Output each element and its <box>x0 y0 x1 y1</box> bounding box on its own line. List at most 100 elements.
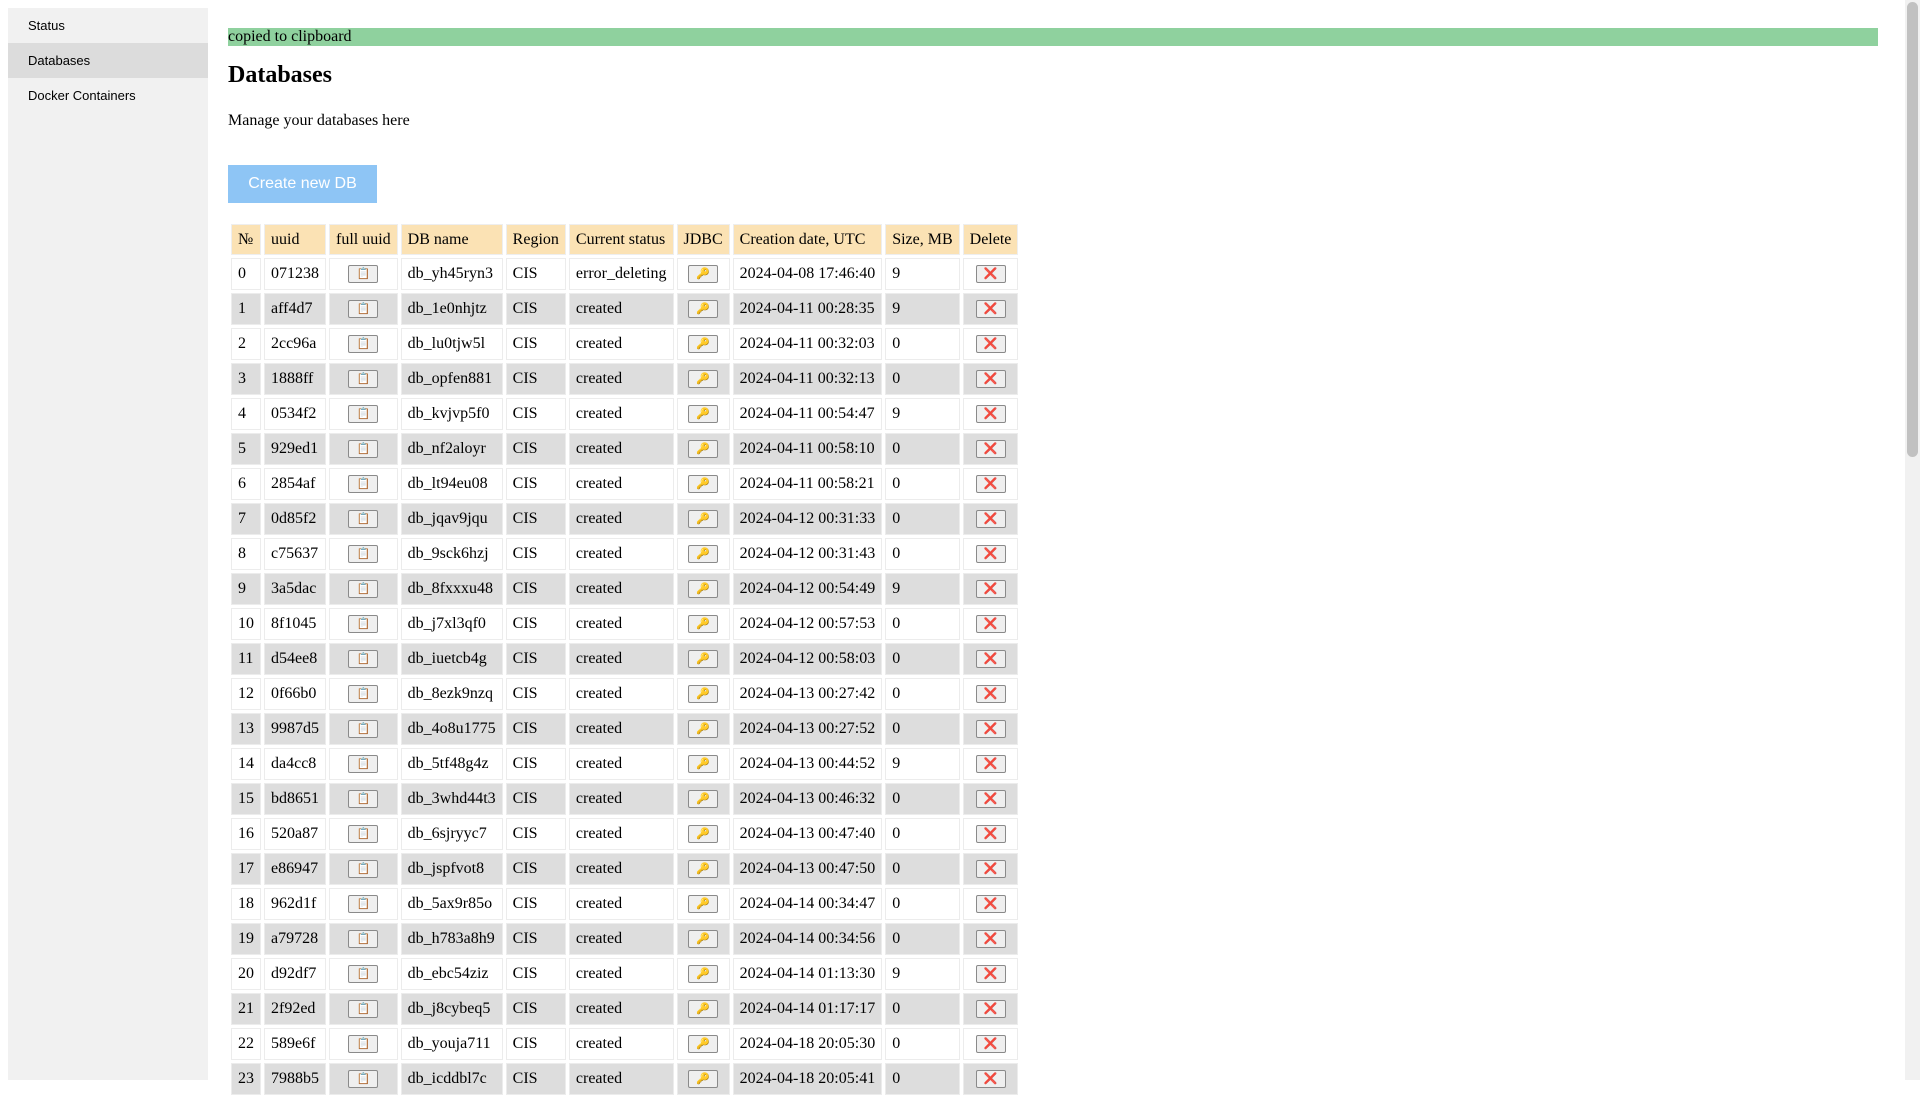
delete-db-button[interactable]: ❌ <box>975 720 1006 739</box>
delete-db-button[interactable]: ❌ <box>975 965 1006 984</box>
copy-uuid-button[interactable]: 📋 <box>348 650 379 669</box>
copy-jdbc-button[interactable]: 🔑 <box>688 965 719 984</box>
delete-db-button[interactable]: ❌ <box>975 1070 1006 1089</box>
delete-db-button[interactable]: ❌ <box>975 685 1006 704</box>
delete-db-button[interactable]: ❌ <box>975 825 1006 844</box>
copy-jdbc-button[interactable]: 🔑 <box>688 755 719 774</box>
copy-uuid-button[interactable]: 📋 <box>348 545 379 564</box>
cell-full-uuid: 📋 <box>329 888 398 920</box>
cell-size: 0 <box>885 993 960 1025</box>
copy-jdbc-button[interactable]: 🔑 <box>688 860 719 879</box>
copy-uuid-button[interactable]: 📋 <box>348 440 379 459</box>
copy-uuid-button[interactable]: 📋 <box>348 580 379 599</box>
copy-jdbc-button[interactable]: 🔑 <box>688 335 719 354</box>
cell-status: created <box>568 888 674 920</box>
delete-db-button[interactable]: ❌ <box>975 860 1006 879</box>
copy-jdbc-button[interactable]: 🔑 <box>688 580 719 599</box>
table-row: 9 3a5dac 📋 db_8fxxxu48 CIS created 🔑 2024-04-12… <box>231 573 1019 605</box>
delete-db-button[interactable]: ❌ <box>975 615 1006 634</box>
copy-uuid-button[interactable]: 📋 <box>348 1000 379 1019</box>
clipboard-icon: 📋 <box>356 1002 371 1016</box>
copy-jdbc-button[interactable]: 🔑 <box>688 1000 719 1019</box>
copy-uuid-button[interactable]: 📋 <box>348 615 379 634</box>
copy-uuid-button[interactable]: 📋 <box>348 335 379 354</box>
scrollbar-thumb[interactable] <box>1907 2 1918 457</box>
cell-db-name: db_yh45ryn3 <box>400 258 503 290</box>
cell-region: CIS <box>505 713 566 745</box>
sidebar-item-status[interactable]: Status <box>8 8 208 43</box>
delete-db-button[interactable]: ❌ <box>975 545 1006 564</box>
delete-db-button[interactable]: ❌ <box>975 300 1006 319</box>
copy-jdbc-button[interactable]: 🔑 <box>688 405 719 424</box>
copy-uuid-button[interactable]: 📋 <box>348 1070 379 1089</box>
copy-uuid-button[interactable]: 📋 <box>348 475 379 494</box>
cell-region: CIS <box>505 608 566 640</box>
cell-number: 3 <box>231 363 261 395</box>
delete-db-button[interactable]: ❌ <box>975 790 1006 809</box>
copy-uuid-button[interactable]: 📋 <box>348 790 379 809</box>
clipboard-icon: 📋 <box>356 582 371 596</box>
create-db-button[interactable]: Create new DB <box>228 165 377 203</box>
delete-db-button[interactable]: ❌ <box>975 755 1006 774</box>
sidebar-item-docker-containers[interactable]: Docker Containers <box>8 78 208 113</box>
copy-jdbc-button[interactable]: 🔑 <box>688 685 719 704</box>
copy-jdbc-button[interactable]: 🔑 <box>688 720 719 739</box>
copy-uuid-button[interactable]: 📋 <box>348 300 379 319</box>
copy-jdbc-button[interactable]: 🔑 <box>688 440 719 459</box>
vertical-scrollbar[interactable] <box>1905 0 1920 1080</box>
copy-uuid-button[interactable]: 📋 <box>348 1035 379 1054</box>
copy-uuid-button[interactable]: 📋 <box>348 265 379 284</box>
copy-uuid-button[interactable]: 📋 <box>348 510 379 529</box>
cell-jdbc: 🔑 <box>676 748 730 780</box>
copy-jdbc-button[interactable]: 🔑 <box>688 370 719 389</box>
delete-db-button[interactable]: ❌ <box>975 580 1006 599</box>
delete-db-button[interactable]: ❌ <box>975 370 1006 389</box>
copy-uuid-button[interactable]: 📋 <box>348 860 379 879</box>
copy-jdbc-button[interactable]: 🔑 <box>688 1070 719 1089</box>
cell-status: created <box>568 363 674 395</box>
copy-jdbc-button[interactable]: 🔑 <box>688 545 719 564</box>
delete-db-button[interactable]: ❌ <box>975 405 1006 424</box>
copy-jdbc-button[interactable]: 🔑 <box>688 1035 719 1054</box>
delete-db-button[interactable]: ❌ <box>975 930 1006 949</box>
close-icon: ❌ <box>983 828 998 841</box>
copy-jdbc-button[interactable]: 🔑 <box>688 300 719 319</box>
copy-uuid-button[interactable]: 📋 <box>348 685 379 704</box>
delete-db-button[interactable]: ❌ <box>975 475 1006 494</box>
copy-jdbc-button[interactable]: 🔑 <box>688 895 719 914</box>
copy-uuid-button[interactable]: 📋 <box>348 965 379 984</box>
delete-db-button[interactable]: ❌ <box>975 1035 1006 1054</box>
delete-db-button[interactable]: ❌ <box>975 1000 1006 1019</box>
cell-creation-date: 2024-04-13 00:27:52 <box>732 713 883 745</box>
delete-db-button[interactable]: ❌ <box>975 650 1006 669</box>
copy-jdbc-button[interactable]: 🔑 <box>688 265 719 284</box>
delete-db-button[interactable]: ❌ <box>975 265 1006 284</box>
copy-uuid-button[interactable]: 📋 <box>348 930 379 949</box>
cell-number: 10 <box>231 608 261 640</box>
copy-uuid-button[interactable]: 📋 <box>348 405 379 424</box>
delete-db-button[interactable]: ❌ <box>975 895 1006 914</box>
cell-jdbc: 🔑 <box>676 643 730 675</box>
delete-db-button[interactable]: ❌ <box>975 440 1006 459</box>
copy-jdbc-button[interactable]: 🔑 <box>688 650 719 669</box>
clipboard-icon: 📋 <box>356 897 371 911</box>
delete-db-button[interactable]: ❌ <box>975 510 1006 529</box>
copy-jdbc-button[interactable]: 🔑 <box>688 510 719 529</box>
copy-uuid-button[interactable]: 📋 <box>348 895 379 914</box>
key-icon: 🔑 <box>696 687 710 701</box>
copy-jdbc-button[interactable]: 🔑 <box>688 615 719 634</box>
sidebar-item-databases[interactable]: Databases <box>8 43 208 78</box>
close-icon: ❌ <box>983 373 998 386</box>
cell-status: created <box>568 818 674 850</box>
copy-jdbc-button[interactable]: 🔑 <box>688 930 719 949</box>
copy-uuid-button[interactable]: 📋 <box>348 825 379 844</box>
cell-region: CIS <box>505 433 566 465</box>
copy-jdbc-button[interactable]: 🔑 <box>688 475 719 494</box>
cell-db-name: db_ebc54ziz <box>400 958 503 990</box>
copy-jdbc-button[interactable]: 🔑 <box>688 825 719 844</box>
delete-db-button[interactable]: ❌ <box>975 335 1006 354</box>
copy-uuid-button[interactable]: 📋 <box>348 720 379 739</box>
copy-uuid-button[interactable]: 📋 <box>348 755 379 774</box>
copy-jdbc-button[interactable]: 🔑 <box>688 790 719 809</box>
copy-uuid-button[interactable]: 📋 <box>348 370 379 389</box>
